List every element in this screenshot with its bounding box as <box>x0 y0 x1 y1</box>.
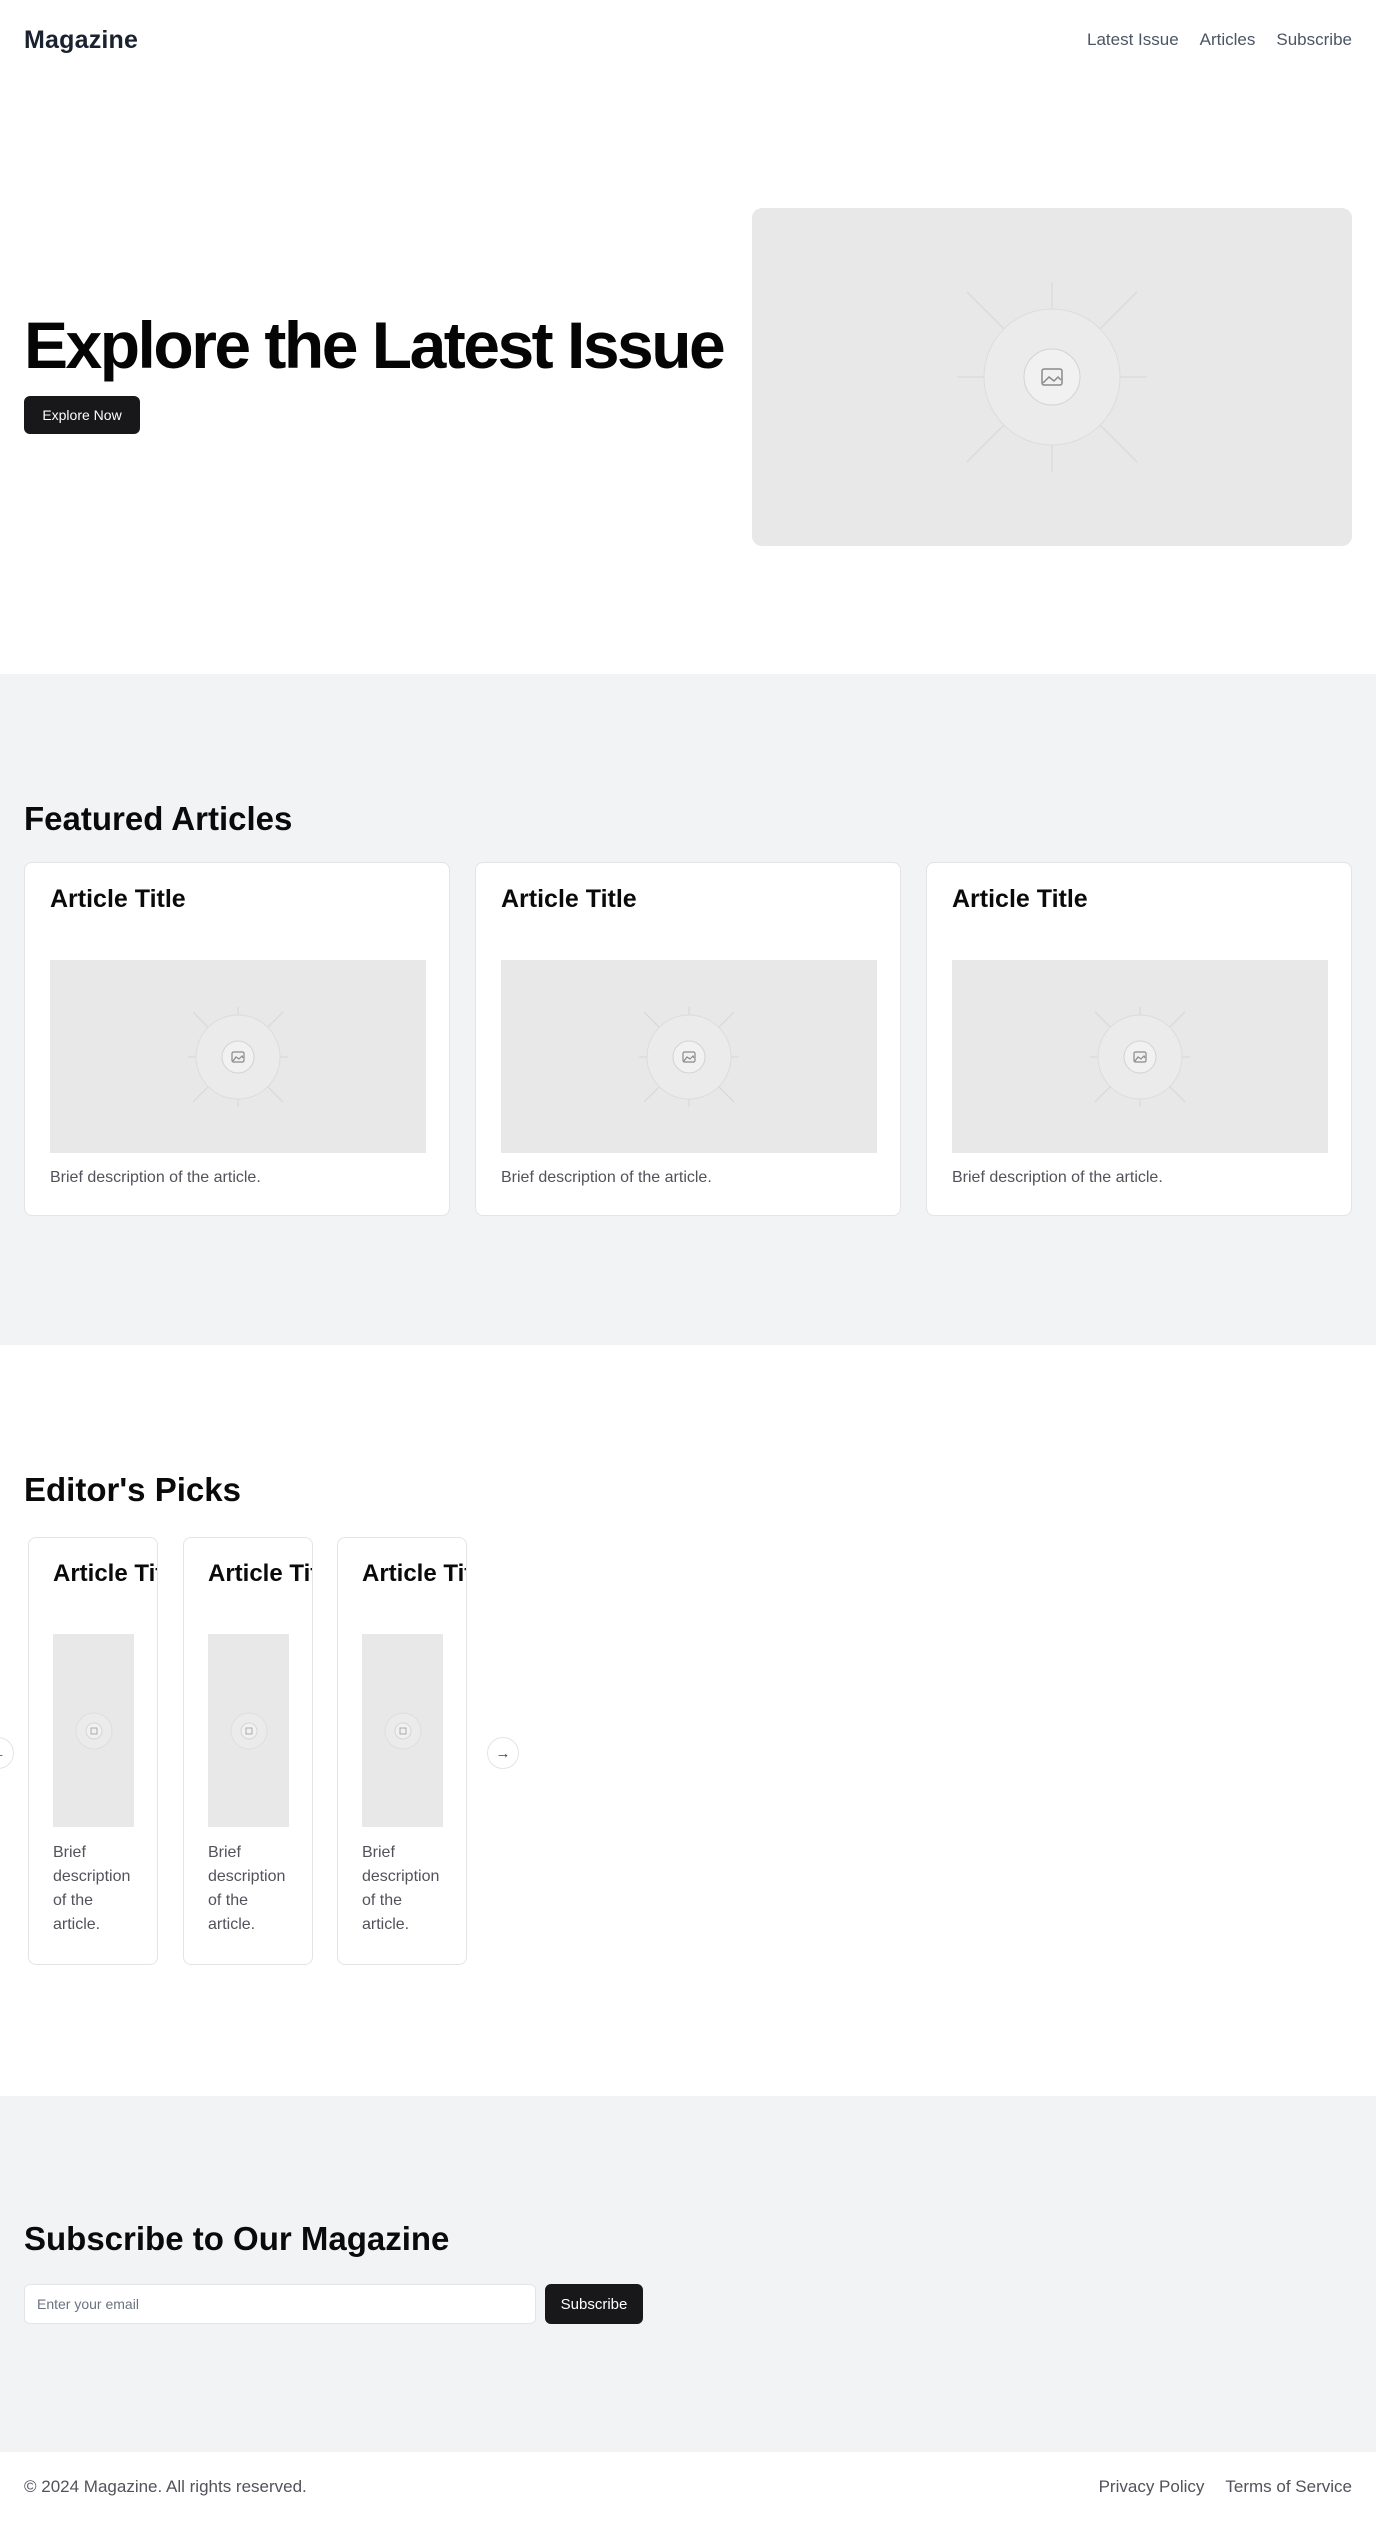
hero-image <box>752 208 1352 546</box>
privacy-policy-link[interactable]: Privacy Policy <box>1099 2477 1205 2497</box>
image-icon <box>384 1712 421 1749</box>
image-icon <box>75 1712 112 1749</box>
card-title: Article Title <box>208 1560 312 1587</box>
image-icon <box>639 1006 739 1107</box>
card-description: Brief description of the article. <box>501 1169 712 1186</box>
nav-subscribe[interactable]: Subscribe <box>1276 30 1352 50</box>
card-title: Article Title <box>362 1560 466 1587</box>
editors-picks-section: Editor's Picks ← Article Title Brief des… <box>0 1345 1376 2096</box>
hero-section: Explore the Latest Issue Explore Now <box>0 80 1376 674</box>
nav-articles[interactable]: Articles <box>1200 30 1256 50</box>
pick-card[interactable]: Article Title Brief description of the a… <box>28 1537 158 1965</box>
card-image <box>952 960 1328 1153</box>
featured-card[interactable]: Article Title Brief description of the a… <box>475 862 901 1216</box>
card-image <box>501 960 877 1153</box>
card-description: Brief description of the article. <box>50 1169 261 1186</box>
card-description: Brief description of the article. <box>952 1169 1163 1186</box>
card-title: Article Title <box>53 1560 157 1587</box>
terms-of-service-link[interactable]: Terms of Service <box>1225 2477 1352 2497</box>
card-image <box>50 960 426 1153</box>
site-logo[interactable]: Magazine <box>24 26 138 55</box>
card-title: Article Title <box>50 885 186 913</box>
explore-now-button[interactable]: Explore Now <box>24 396 140 434</box>
image-icon <box>230 1712 267 1749</box>
card-description: Brief description of the article. <box>208 1844 286 1933</box>
subscribe-section: Subscribe to Our Magazine Subscribe <box>0 2096 1376 2452</box>
card-title: Article Title <box>501 885 637 913</box>
carousel-next-button[interactable]: → <box>487 1737 519 1769</box>
picks-carousel: ← Article Title Brief description of the… <box>0 1537 530 1967</box>
arrow-right-icon: → <box>495 1744 511 1762</box>
picks-title: Editor's Picks <box>24 1471 241 1508</box>
card-image <box>362 1634 443 1827</box>
subscribe-button[interactable]: Subscribe <box>545 2284 643 2324</box>
arrow-left-icon: ← <box>0 1745 6 1762</box>
copyright-text: © 2024 Magazine. All rights reserved. <box>24 2477 307 2496</box>
card-description: Brief description of the article. <box>362 1844 440 1933</box>
featured-title: Featured Articles <box>24 800 293 837</box>
email-input[interactable] <box>24 2284 536 2324</box>
card-image <box>53 1634 134 1827</box>
card-description: Brief description of the article. <box>53 1844 131 1933</box>
image-icon <box>1090 1006 1190 1107</box>
subscribe-title: Subscribe to Our Magazine <box>24 2220 450 2257</box>
footer-links: Privacy Policy Terms of Service <box>1099 2477 1352 2497</box>
featured-card[interactable]: Article Title Brief description of the a… <box>926 862 1352 1216</box>
site-footer: © 2024 Magazine. All rights reserved. Pr… <box>0 2452 1376 2522</box>
pick-card[interactable]: Article Title Brief description of the a… <box>183 1537 313 1965</box>
featured-articles-section: Featured Articles Article Title Brief de… <box>0 674 1376 1345</box>
featured-card[interactable]: Article Title Brief description of the a… <box>24 862 450 1216</box>
main-nav: Latest Issue Articles Subscribe <box>1087 30 1352 50</box>
nav-latest-issue[interactable]: Latest Issue <box>1087 30 1179 50</box>
pick-card[interactable]: Article Title Brief description of the a… <box>337 1537 467 1965</box>
image-icon <box>957 282 1147 472</box>
card-title: Article Title <box>952 885 1088 913</box>
image-icon <box>188 1006 288 1107</box>
carousel-prev-button[interactable]: ← <box>0 1737 14 1769</box>
card-image <box>208 1634 289 1827</box>
site-header: Magazine Latest Issue Articles Subscribe <box>0 0 1376 80</box>
hero-title: Explore the Latest Issue <box>24 308 726 382</box>
